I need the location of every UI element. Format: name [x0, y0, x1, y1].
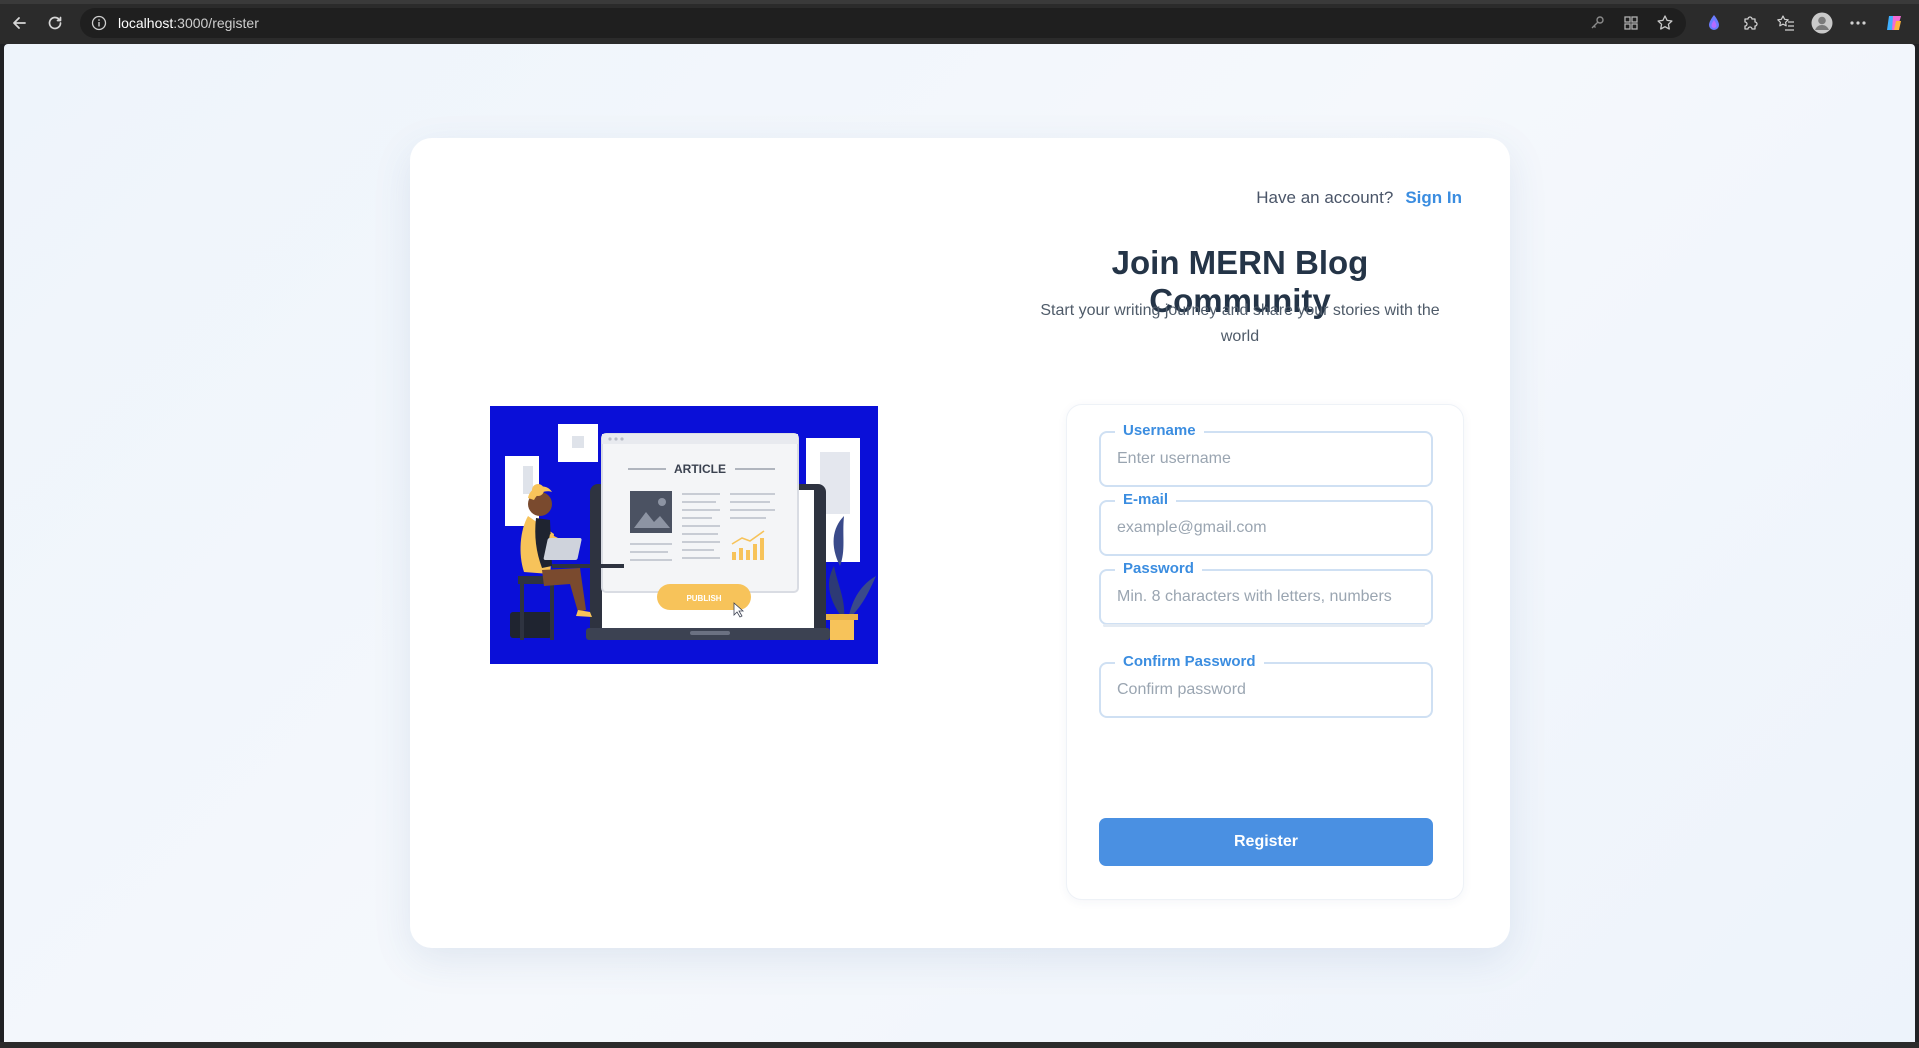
have-account-text: Have an account? — [1256, 188, 1394, 207]
signin-prompt: Have an account? Sign In — [1256, 188, 1462, 208]
password-key-icon[interactable] — [1586, 12, 1608, 34]
register-button[interactable]: Register — [1099, 818, 1433, 866]
browser-toolbar: localhost:3000/register — [0, 0, 1919, 44]
page-subtitle: Start your writing journey and share you… — [1040, 302, 1440, 345]
email-input[interactable] — [1101, 502, 1431, 554]
confirm-password-field: Confirm Password — [1099, 653, 1433, 718]
register-form: Username E-mail Password Confirm Passwor… — [1066, 404, 1464, 900]
illustration-article-label: ARTICLE — [674, 462, 726, 476]
confirm-password-input[interactable] — [1101, 664, 1431, 716]
email-field: E-mail — [1099, 491, 1433, 556]
password-field: Password — [1099, 560, 1433, 625]
back-arrow-icon — [13, 17, 26, 29]
toolbar-actions — [1703, 8, 1905, 38]
copilot-icon[interactable] — [1883, 12, 1905, 34]
username-input[interactable] — [1101, 433, 1431, 485]
password-strength-bar — [1103, 624, 1425, 627]
password-input[interactable] — [1101, 571, 1431, 623]
favorite-star-icon[interactable] — [1654, 12, 1676, 34]
address-bar-actions — [1586, 8, 1676, 38]
reload-button[interactable] — [42, 10, 68, 36]
address-bar[interactable]: localhost:3000/register — [80, 8, 1686, 38]
register-card: ARTICLE PUBLISH Have an account? Sign In… — [410, 138, 1510, 948]
reload-icon — [48, 16, 62, 30]
extension-drop-icon[interactable] — [1703, 12, 1725, 34]
back-button[interactable] — [6, 10, 32, 36]
url-host: localhost — [118, 15, 174, 31]
username-field: Username — [1099, 422, 1433, 487]
tab-strip-edge — [0, 0, 1919, 4]
extensions-puzzle-icon[interactable] — [1739, 12, 1761, 34]
profile-avatar-icon[interactable] — [1811, 12, 1833, 34]
signin-link[interactable]: Sign In — [1405, 188, 1462, 208]
address-url: localhost:3000/register — [118, 15, 259, 31]
url-path: :3000/register — [173, 15, 259, 31]
site-info-icon[interactable] — [84, 8, 114, 38]
blog-illustration: ARTICLE PUBLISH — [490, 406, 878, 664]
app-grid-icon[interactable] — [1620, 12, 1642, 34]
confirm-password-label: Confirm Password — [1115, 653, 1264, 671]
password-label: Password — [1115, 560, 1202, 578]
username-label: Username — [1115, 422, 1204, 440]
favorites-list-icon[interactable] — [1775, 12, 1797, 34]
more-menu-icon[interactable] — [1847, 12, 1869, 34]
illustration-publish-label: PUBLISH — [686, 594, 721, 603]
window-bottom-edge — [0, 1042, 1919, 1048]
page-viewport: ARTICLE PUBLISH Have an account? Sign In… — [4, 44, 1915, 1042]
email-label: E-mail — [1115, 491, 1177, 509]
